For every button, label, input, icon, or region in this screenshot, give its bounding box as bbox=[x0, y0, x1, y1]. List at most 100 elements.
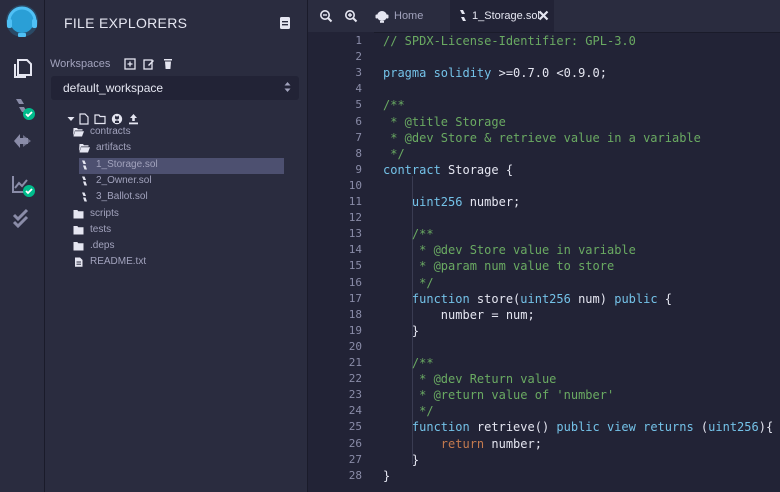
line-number: 20 bbox=[348, 339, 362, 353]
solidity-compiler-icon[interactable] bbox=[10, 95, 36, 121]
folder-icon bbox=[73, 209, 84, 218]
line-number: 24 bbox=[348, 404, 362, 418]
code-token: /** bbox=[383, 98, 405, 113]
github-icon[interactable] bbox=[111, 113, 123, 125]
line-number: 5 bbox=[355, 98, 362, 112]
code-line: * @return value of 'number' bbox=[383, 387, 614, 403]
line-number: 26 bbox=[348, 436, 362, 450]
code-line: function store(uint256 num) public { bbox=[383, 291, 672, 307]
code-token: num) bbox=[570, 291, 615, 306]
upload-icon[interactable] bbox=[128, 113, 139, 125]
code-token: number; bbox=[462, 195, 521, 209]
select-arrows-icon bbox=[284, 82, 291, 92]
line-number: 3 bbox=[355, 66, 362, 80]
code-line: * @dev Store & retrieve value in a varia… bbox=[383, 130, 701, 146]
line-number: 2 bbox=[355, 50, 362, 64]
code-line: */ bbox=[383, 275, 433, 291]
solidity-file-icon bbox=[82, 192, 87, 202]
code-token: */ bbox=[383, 146, 405, 161]
tree-item-label: 3_Ballot.sol bbox=[96, 191, 148, 203]
tree-item-deps[interactable]: .deps bbox=[73, 239, 273, 255]
workspace-select-value: default_workspace bbox=[63, 81, 164, 95]
code-token: /** bbox=[383, 356, 434, 370]
editor-tabs-bar: Home 1_Storage.sol bbox=[308, 0, 780, 33]
code-line: } bbox=[383, 323, 419, 339]
delete-workspace-icon[interactable] bbox=[162, 58, 174, 70]
tree-item-3-ballot-sol[interactable]: 3_Ballot.sol bbox=[79, 190, 279, 206]
code-token: return bbox=[440, 436, 485, 451]
tree-item-label: tests bbox=[90, 223, 112, 235]
code-token: function bbox=[411, 291, 470, 306]
line-number: 9 bbox=[355, 162, 362, 176]
line-number: 4 bbox=[355, 82, 362, 96]
line-number: 16 bbox=[348, 275, 362, 289]
line-number: 21 bbox=[348, 356, 362, 369]
line-number: 6 bbox=[355, 114, 362, 128]
code-line: contract Storage { bbox=[383, 162, 513, 178]
code-line: */ bbox=[383, 146, 405, 162]
code-line: */ bbox=[383, 403, 433, 419]
remix-logo-icon[interactable] bbox=[4, 3, 40, 39]
workspaces-label: Workspaces bbox=[50, 58, 111, 70]
tree-item-label: scripts bbox=[90, 207, 119, 219]
zoom-out-icon[interactable] bbox=[319, 9, 333, 23]
line-number: 22 bbox=[348, 372, 362, 386]
solidity-file-icon bbox=[82, 176, 87, 186]
tree-item-label: 1_Storage.sol bbox=[96, 158, 158, 170]
tree-item-tests[interactable]: tests bbox=[73, 223, 273, 239]
tree-item-label: artifacts bbox=[96, 142, 132, 154]
unit-testing-icon[interactable] bbox=[10, 205, 36, 231]
panel-title: FILE EXPLORERS bbox=[64, 15, 188, 31]
analysis-icon[interactable] bbox=[10, 172, 36, 198]
zoom-in-icon[interactable] bbox=[344, 9, 358, 23]
tree-item-readme-txt[interactable]: README.txt bbox=[73, 255, 273, 271]
code-token: * @dev Return value bbox=[383, 372, 557, 387]
close-icon[interactable] bbox=[538, 10, 549, 21]
line-number: 7 bbox=[355, 130, 362, 144]
tab-1-storage-sol[interactable]: 1_Storage.sol bbox=[450, 0, 554, 32]
solidity-file-icon bbox=[460, 10, 466, 21]
tree-item-label: 2_Owner.sol bbox=[96, 174, 152, 186]
code-line: } bbox=[383, 452, 419, 468]
tree-item-artifacts[interactable]: artifacts bbox=[79, 141, 279, 157]
code-token: * @param num value to store bbox=[383, 259, 615, 274]
tree-item-2-owner-sol[interactable]: 2_Owner.sol bbox=[79, 174, 279, 190]
line-number: 27 bbox=[348, 452, 362, 466]
tree-item-label: .deps bbox=[90, 240, 115, 252]
solidity-file-icon bbox=[82, 160, 87, 170]
rename-workspace-icon[interactable] bbox=[143, 58, 155, 70]
folder-open-icon bbox=[79, 144, 90, 153]
new-file-icon[interactable] bbox=[79, 113, 89, 125]
deploy-run-icon[interactable] bbox=[10, 128, 36, 154]
caret-down-icon[interactable] bbox=[67, 113, 75, 125]
code-line: * @dev Store value in variable bbox=[383, 242, 636, 258]
file-explorer-icon[interactable] bbox=[10, 55, 36, 81]
tree-item-contracts[interactable]: contracts bbox=[73, 125, 273, 141]
create-workspace-icon[interactable] bbox=[124, 58, 136, 70]
file-explorer-panel: FILE EXPLORERS Workspaces default_worksp… bbox=[45, 0, 308, 492]
code-editor[interactable]: 1// SPDX-License-Identifier: GPL-3.0 2 3 pr… bbox=[308, 32, 780, 492]
code-token: >=0.7.0 <0.9.0; bbox=[491, 66, 607, 81]
tree-item-1-storage-sol[interactable]: 1_Storage.sol bbox=[79, 157, 284, 174]
line-number: 17 bbox=[348, 291, 362, 305]
code-token: ){ bbox=[758, 420, 774, 435]
new-folder-icon[interactable] bbox=[94, 113, 106, 125]
code-line: number = num; bbox=[383, 307, 535, 323]
tree-item-scripts[interactable]: scripts bbox=[73, 207, 273, 223]
tab-home[interactable]: Home bbox=[370, 0, 450, 32]
line-number: 18 bbox=[348, 307, 362, 321]
tree-item-label: README.txt bbox=[90, 256, 147, 268]
line-number: 12 bbox=[348, 211, 362, 225]
tab-file-label: 1_Storage.sol bbox=[472, 10, 540, 22]
code-line: } bbox=[383, 468, 390, 484]
code-token: * @dev Store & retrieve value in a varia… bbox=[383, 130, 701, 145]
line-number: 11 bbox=[348, 195, 362, 208]
line-number: 13 bbox=[348, 227, 362, 241]
plugin-docs-icon[interactable] bbox=[279, 16, 291, 30]
code-token: Storage { bbox=[440, 162, 514, 177]
workspace-select[interactable]: default_workspace bbox=[51, 76, 299, 100]
line-number: 15 bbox=[348, 259, 362, 273]
